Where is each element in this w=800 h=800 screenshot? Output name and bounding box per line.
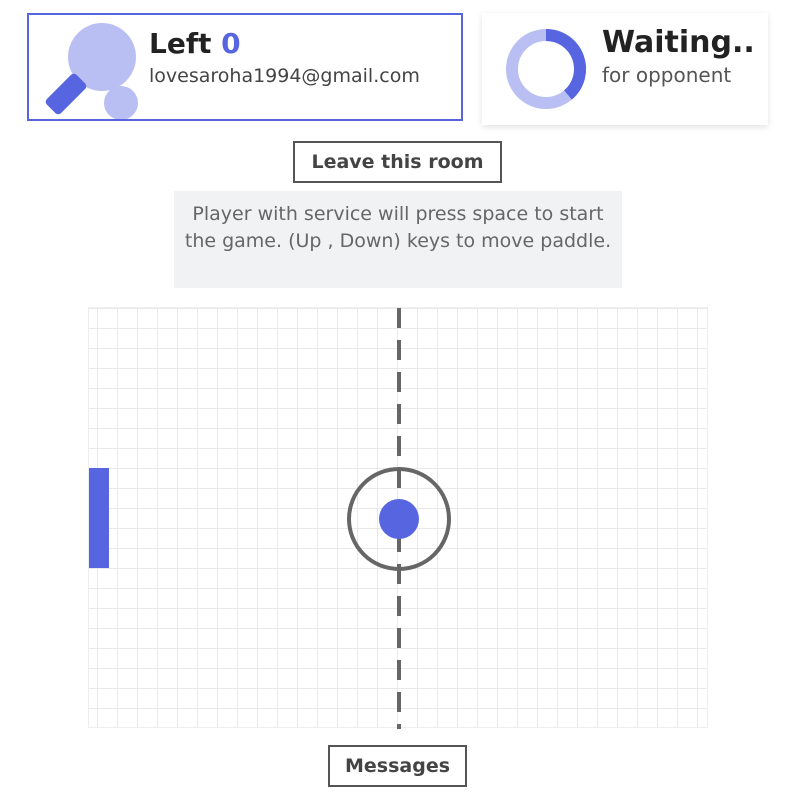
ping-pong-paddle-icon: [45, 23, 138, 119]
left-paddle: [89, 468, 109, 568]
player-side-title: Left 0: [149, 27, 241, 60]
opponent-card: Waiting.. for opponent: [482, 13, 768, 125]
player-side-label: Left: [149, 27, 212, 60]
game-instructions: Player with service will press space to …: [174, 191, 622, 288]
leave-room-button[interactable]: Leave this room: [293, 141, 502, 183]
loading-spinner-icon: [506, 28, 587, 109]
game-court[interactable]: [88, 307, 708, 729]
game-page: Left 0 lovesaroha1994@gmail.com Waiting.…: [0, 0, 800, 800]
ball: [379, 499, 419, 539]
court-markings: [347, 308, 451, 729]
player-email: lovesaroha1994@gmail.com: [149, 65, 420, 87]
messages-button[interactable]: Messages: [328, 745, 467, 787]
player-card: Left 0 lovesaroha1994@gmail.com: [27, 13, 463, 121]
opponent-status: Waiting..: [602, 25, 755, 60]
opponent-status-detail: for opponent: [602, 63, 732, 87]
player-score: 0: [221, 27, 241, 60]
